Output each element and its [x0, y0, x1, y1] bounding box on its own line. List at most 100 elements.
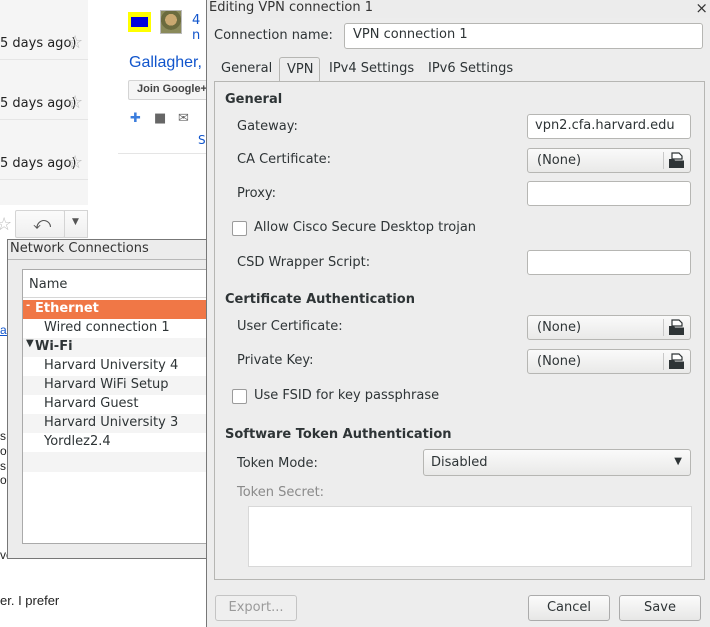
- text-fragment: s: [0, 429, 6, 443]
- more-options-button[interactable]: ▼: [64, 210, 88, 238]
- ca-certificate-chooser[interactable]: (None): [527, 148, 691, 173]
- connection-label: Yordlez2.4: [44, 434, 111, 449]
- mail-row[interactable]: 5 days ago) ☆: [0, 0, 88, 60]
- avatar[interactable]: [160, 10, 182, 34]
- profile-card: 4 n Gallagher, Join Google+ ✚ ■ ✉ S: [118, 0, 228, 155]
- fsid-label[interactable]: Use FSID for key passphrase: [254, 388, 439, 403]
- vpn-tab-panel: General Gateway: vpn2.cfa.harvard.edu CA…: [214, 81, 705, 580]
- reply-toolbar: ☆ ⤺ ▼: [0, 210, 88, 240]
- cancel-button[interactable]: Cancel: [528, 595, 610, 621]
- csd-wrapper-field[interactable]: [527, 250, 691, 275]
- flag-icon: [128, 12, 151, 32]
- mail-time: 5 days ago): [0, 156, 77, 171]
- mail-time: 5 days ago): [0, 36, 77, 51]
- see-more-link[interactable]: S: [198, 133, 206, 147]
- mail-row[interactable]: 5 days ago) ☆: [0, 60, 88, 120]
- reply-icon: ⤺: [33, 214, 52, 234]
- tab-ipv4-settings[interactable]: IPv4 Settings: [322, 57, 419, 82]
- text-fragment: s: [0, 459, 6, 473]
- text-fragment: o: [0, 444, 7, 458]
- collapse-arrow-icon[interactable]: -: [26, 300, 30, 311]
- open-folder-icon: [669, 353, 684, 369]
- connection-label: Wired connection 1: [44, 320, 170, 335]
- expand-arrow-icon[interactable]: ▼: [26, 338, 34, 349]
- export-button[interactable]: Export...: [215, 595, 297, 621]
- token-mode-label: Token Mode:: [237, 456, 318, 471]
- reply-button[interactable]: ⤺: [15, 210, 65, 238]
- connection-name-field[interactable]: VPN connection 1: [344, 23, 703, 49]
- mail-list: 5 days ago) ☆ 5 days ago) ☆ 5 days ago) …: [0, 0, 88, 205]
- connections-list: Name - Ethernet Wired connection 1 ▼ Wi-…: [22, 269, 213, 544]
- token-mode-value: Disabled: [431, 455, 488, 470]
- list-item[interactable]: Harvard Guest: [23, 395, 213, 414]
- ca-certificate-label: CA Certificate:: [237, 152, 332, 167]
- video-call-icon[interactable]: ■: [154, 111, 166, 126]
- window-title: Editing VPN connection 1: [209, 0, 374, 15]
- connection-label: Harvard WiFi Setup: [44, 377, 169, 392]
- connection-label: Harvard University 4: [44, 358, 179, 373]
- chevron-down-icon: ▼: [72, 217, 79, 227]
- cisco-trojan-checkbox[interactable]: [232, 221, 247, 236]
- user-certificate-label: User Certificate:: [237, 319, 343, 334]
- group-ethernet[interactable]: - Ethernet: [23, 300, 213, 319]
- snippet-text: er. I prefer: [0, 593, 60, 608]
- proxy-field[interactable]: [527, 181, 691, 206]
- user-certificate-value: (None): [537, 320, 582, 335]
- tab-ipv6-settings[interactable]: IPv6 Settings: [421, 57, 518, 82]
- connection-label: Harvard University 3: [44, 415, 179, 430]
- section-heading-certificate: Certificate Authentication: [225, 292, 415, 307]
- fsid-checkbox[interactable]: [232, 389, 247, 404]
- group-wifi[interactable]: ▼ Wi-Fi: [23, 338, 213, 357]
- star-icon[interactable]: ☆: [67, 92, 83, 113]
- star-icon[interactable]: ☆: [0, 214, 12, 235]
- text-fragment: o: [0, 473, 7, 487]
- token-secret-textarea: [248, 506, 692, 567]
- group-label: Wi-Fi: [35, 339, 73, 354]
- list-filler: [23, 452, 213, 472]
- list-item[interactable]: Harvard University 3: [23, 414, 213, 433]
- tab-general[interactable]: General: [214, 57, 277, 82]
- cisco-trojan-label[interactable]: Allow Cisco Secure Desktop trojan: [254, 220, 476, 235]
- ca-certificate-value: (None): [537, 153, 582, 168]
- chevron-down-icon: ▼: [674, 456, 682, 467]
- network-connections-window: Network Connections Name - Ethernet Wire…: [7, 239, 213, 559]
- connection-name-label: Connection name:: [214, 28, 333, 43]
- mail-row[interactable]: 5 days ago) ☆: [0, 120, 88, 180]
- gateway-label: Gateway:: [237, 119, 298, 134]
- star-icon[interactable]: ☆: [67, 32, 83, 53]
- save-button[interactable]: Save: [619, 595, 701, 621]
- list-item[interactable]: Wired connection 1: [23, 319, 213, 338]
- csd-wrapper-label: CSD Wrapper Script:: [237, 255, 371, 270]
- list-item[interactable]: Harvard WiFi Setup: [23, 376, 213, 395]
- close-icon[interactable]: ×: [695, 0, 708, 17]
- star-icon[interactable]: ☆: [67, 152, 83, 173]
- private-key-chooser[interactable]: (None): [527, 349, 691, 374]
- section-heading-token: Software Token Authentication: [225, 427, 452, 442]
- proxy-label: Proxy:: [237, 186, 277, 201]
- user-certificate-chooser[interactable]: (None): [527, 315, 691, 340]
- private-key-value: (None): [537, 354, 582, 369]
- window-title-bar[interactable]: Editing VPN connection 1 ×: [207, 0, 710, 18]
- section-heading-general: General: [225, 92, 283, 107]
- token-mode-dropdown[interactable]: Disabled ▼: [423, 449, 691, 476]
- separator: [663, 353, 664, 370]
- window-title[interactable]: Network Connections: [8, 240, 211, 260]
- vpn-edit-dialog: Editing VPN connection 1 × Connection na…: [206, 0, 710, 627]
- list-item[interactable]: Yordlez2.4: [23, 433, 213, 452]
- open-folder-icon: [669, 319, 684, 335]
- connection-label: Harvard Guest: [44, 396, 139, 411]
- separator: [663, 319, 664, 336]
- gateway-field[interactable]: vpn2.cfa.harvard.edu: [527, 114, 691, 139]
- token-secret-label: Token Secret:: [237, 485, 325, 500]
- separator: [663, 152, 664, 169]
- private-key-label: Private Key:: [237, 353, 314, 368]
- column-header-name[interactable]: Name: [23, 270, 213, 298]
- person-name-link[interactable]: Gallagher,: [129, 54, 202, 72]
- group-label: Ethernet: [35, 301, 99, 316]
- tab-vpn[interactable]: VPN: [279, 57, 320, 83]
- list-item[interactable]: Harvard University 4: [23, 357, 213, 376]
- add-to-circles-icon[interactable]: ✚: [130, 111, 141, 126]
- email-icon[interactable]: ✉: [178, 111, 189, 126]
- mail-time: 5 days ago): [0, 96, 77, 111]
- divider: [118, 153, 210, 154]
